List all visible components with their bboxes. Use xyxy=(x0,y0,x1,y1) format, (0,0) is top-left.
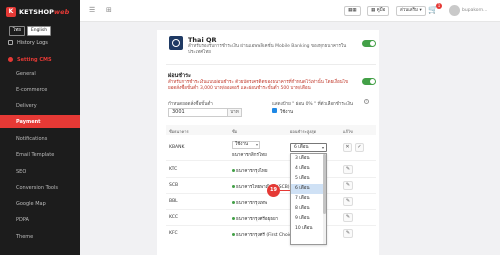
sidebar-section-setting[interactable]: Setting CMS xyxy=(0,54,80,65)
addons-button[interactable]: ส่วนเสริม ▾ xyxy=(396,6,426,16)
dropdown-scrollbar[interactable] xyxy=(323,154,326,244)
sidebar-item-notifications[interactable]: Notifications xyxy=(0,133,80,144)
menu-icon[interactable]: ☰ xyxy=(89,6,95,14)
lang-th[interactable]: ไทย xyxy=(9,26,25,36)
sidebar-item-pdpa[interactable]: PDPA xyxy=(0,214,80,225)
min-order-label: กำหนดยอดสั่งซื้อขั้นต่ำ xyxy=(168,102,213,107)
row-separator xyxy=(166,225,376,226)
kbank-status-select[interactable]: ใช้งาน ▾ xyxy=(232,141,260,149)
thai-qr-description: สำหรับรองรับการชำระเงิน ผ่านแอพพลิเคชั่น… xyxy=(188,44,347,55)
th-bank-code: ชื่อธนาคาร xyxy=(169,129,189,134)
confirm-button[interactable]: ✓ xyxy=(355,143,364,152)
th-edit: แก้ไข xyxy=(343,129,353,134)
sidebar: K KETSHOPweb ไทย English History Logs Se… xyxy=(0,0,80,255)
row-name-kbank: ธนาคารกสิกรไทย xyxy=(232,153,267,158)
status-dot xyxy=(232,233,235,236)
th-name: ชื่อ xyxy=(232,129,238,134)
status-dot xyxy=(232,169,235,172)
option-5-months[interactable]: 5 เดือน xyxy=(291,174,326,184)
edit-button-bbl[interactable]: ✎ xyxy=(343,197,353,206)
show-badge-checkbox-label: ใช้งาน xyxy=(280,110,294,115)
option-10-months[interactable]: 10 เดือน xyxy=(291,224,326,234)
installment-title: ผ่อนชำระ xyxy=(168,73,192,79)
lang-en[interactable]: English xyxy=(26,26,52,36)
thai-qr-toggle[interactable] xyxy=(362,40,376,47)
sidebar-item-seo[interactable]: SEO xyxy=(0,166,80,177)
row-separator xyxy=(166,177,376,178)
cart-count-badge: 1 xyxy=(436,3,442,9)
avatar[interactable] xyxy=(449,5,460,16)
chevron-down-icon: ▾ xyxy=(255,142,258,147)
installment-description-2: ยอดสั่งซื้อขั้นต่ำ 3,000 บาท/ออเดอร์ และ… xyxy=(168,86,311,91)
gear-icon xyxy=(8,57,13,62)
th-max-installment: ผ่อนชำระสูงสุด xyxy=(290,129,317,134)
row-code-scb: SCB xyxy=(169,183,179,188)
chevron-down-icon: ▾ xyxy=(321,145,324,150)
status-dot xyxy=(232,217,235,220)
status-dot xyxy=(232,185,235,188)
row-code-kbank: KBANK xyxy=(169,145,185,150)
sidebar-item-conversion-tools[interactable]: Conversion Tools xyxy=(0,182,80,193)
row-separator xyxy=(166,209,376,210)
option-6-months[interactable]: 6 เดือน xyxy=(291,184,326,194)
option-3-months[interactable]: 3 เดือน xyxy=(291,154,326,164)
max-installment-options: 3 เดือน 4 เดือน 5 เดือน 6 เดือน 7 เดือน … xyxy=(290,153,327,245)
brand[interactable]: K KETSHOPweb xyxy=(0,0,80,24)
sidebar-item-google-map[interactable]: Google Map xyxy=(0,198,80,209)
row-name-ktc: ธนาคารกรุงไทย xyxy=(232,167,268,174)
logo-icon: K xyxy=(6,7,16,17)
status-dot xyxy=(232,201,235,204)
stats-button[interactable]: ▦▦ xyxy=(344,6,361,16)
min-order-input[interactable]: 3001 xyxy=(168,108,228,117)
sidebar-item-payment[interactable]: Payment xyxy=(0,115,80,128)
brand-name: KETSHOPweb xyxy=(19,8,70,16)
row-code-kcc: KCC xyxy=(169,215,178,220)
row-name-kfc: ธนาคารกรุงศรี (First Choice) xyxy=(232,231,296,238)
sidebar-item-general[interactable]: General xyxy=(0,68,80,79)
sidebar-item-history[interactable]: History Logs xyxy=(0,37,80,48)
option-7-months[interactable]: 7 เดือน xyxy=(291,194,326,204)
edit-button-scb[interactable]: ✎ xyxy=(343,181,353,190)
divider xyxy=(166,64,376,65)
edit-button-kfc[interactable]: ✎ xyxy=(343,229,353,238)
step-pointer-line xyxy=(280,190,290,191)
thai-qr-title: Thai QR xyxy=(188,36,217,44)
max-installment-select[interactable]: 6 เดือน ▾ xyxy=(290,143,327,152)
row-separator xyxy=(166,160,376,161)
row-name-bbl: ธนาคารกรุงเทพ xyxy=(232,199,267,206)
step-number-badge: 19 xyxy=(267,184,280,197)
option-8-months[interactable]: 8 เดือน xyxy=(291,204,326,214)
row-name-kcc: ธนาคารกรุงศรีอยุธยา xyxy=(232,215,278,222)
grid-icon[interactable]: ⊞ xyxy=(106,6,112,14)
installment-toggle[interactable] xyxy=(362,78,376,85)
option-9-months[interactable]: 9 เดือน xyxy=(291,214,326,224)
edit-button-ktc[interactable]: ✎ xyxy=(343,165,353,174)
row-code-kfc: KFC xyxy=(169,231,178,236)
edit-button-kcc[interactable]: ✎ xyxy=(343,213,353,222)
thai-qr-icon xyxy=(169,36,183,50)
cancel-button[interactable]: ✕ xyxy=(343,143,352,152)
option-4-months[interactable]: 4 เดือน xyxy=(291,164,326,174)
row-code-bbl: BBL xyxy=(169,199,178,204)
sidebar-item-delivery[interactable]: Delivery xyxy=(0,100,80,111)
manual-button[interactable]: ▦ คู่มือ xyxy=(367,6,390,16)
row-code-ktc: KTC xyxy=(169,167,178,172)
sidebar-item-email-template[interactable]: Email Template xyxy=(0,149,80,160)
row-name-scb: ธนาคารไทยพาณิชย์ (SCB) xyxy=(232,183,290,190)
language-switcher: ไทย English xyxy=(0,24,80,36)
min-order-unit: บาท xyxy=(228,108,242,117)
sidebar-item-theme[interactable]: Theme xyxy=(0,231,80,242)
show-badge-label: แสดงป้าย " ผ่อน 0% " ที่ตัวเลือกชำระเงิน xyxy=(272,102,353,107)
info-icon[interactable]: i xyxy=(364,99,369,104)
history-icon xyxy=(8,40,13,45)
sidebar-item-ecommerce[interactable]: E-commerce xyxy=(0,84,80,95)
show-badge-checkbox[interactable] xyxy=(272,108,277,113)
user-name[interactable]: bupakorn... xyxy=(462,8,487,13)
